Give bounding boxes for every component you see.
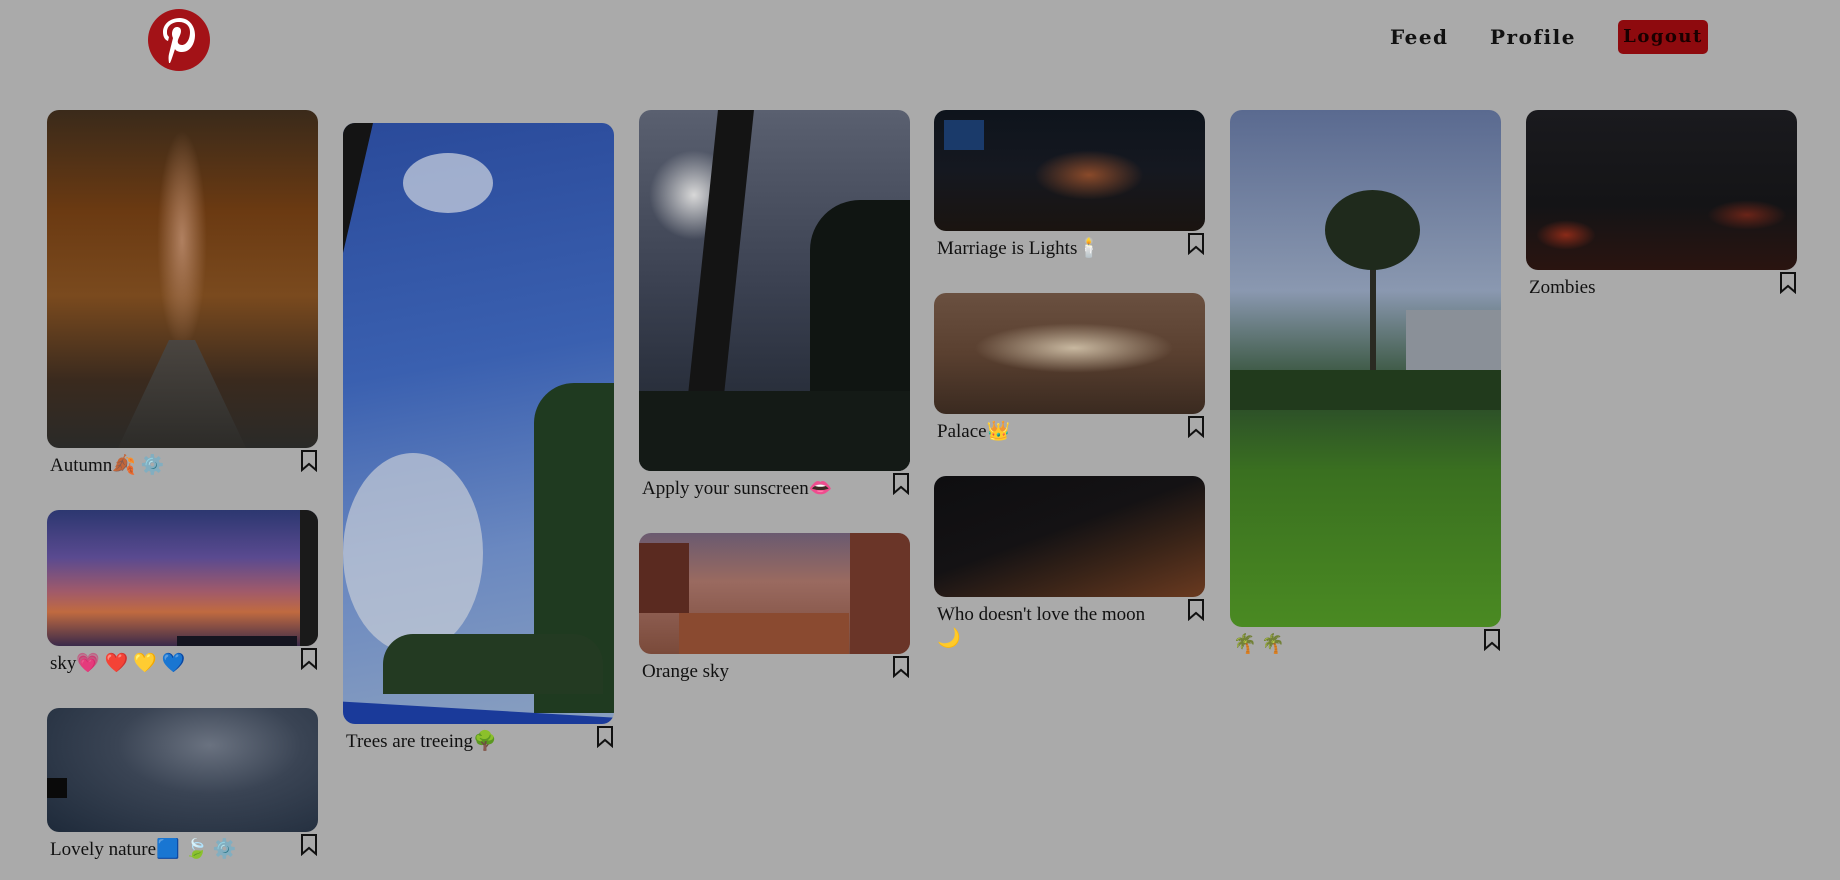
pin-title: sky💗 ❤️ 💛 💙 [50, 653, 186, 674]
pin-image-lovely-nature[interactable] [47, 708, 318, 832]
pin-column-2: Trees are treeing🌳 [343, 123, 614, 772]
pin-image-sky[interactable] [47, 510, 318, 646]
pin-image-palms[interactable] [1230, 110, 1501, 627]
pin-image-moon[interactable] [934, 476, 1205, 597]
pin-image-palace[interactable] [934, 293, 1205, 414]
nav-profile-link[interactable]: Profile [1490, 20, 1576, 54]
pin-card[interactable]: Trees are treeing🌳 [343, 123, 614, 772]
pin-title: Autumn🍂 ⚙️ [50, 455, 165, 476]
pin-title: Palace👑 [937, 421, 1011, 442]
bookmark-icon[interactable] [596, 726, 614, 748]
pin-image-marriage[interactable] [934, 110, 1205, 231]
nav-feed-link[interactable]: Feed [1390, 20, 1449, 54]
pin-title: Who doesn't love the moon 🌙 [937, 604, 1146, 649]
pin-card[interactable]: Lovely nature🟦 🍃 ⚙️ [47, 708, 318, 880]
bookmark-icon[interactable] [1779, 272, 1797, 294]
pin-title: Lovely nature🟦 🍃 ⚙️ [50, 839, 237, 860]
bookmark-icon[interactable] [1187, 233, 1205, 255]
pin-image-sunscreen[interactable] [639, 110, 910, 471]
pin-title: Marriage is Lights🕯️ [937, 238, 1102, 259]
pin-image-orange-sky[interactable] [639, 533, 910, 654]
pin-column-6: Zombies [1526, 110, 1797, 318]
pin-card[interactable]: Palace👑 [934, 293, 1205, 462]
bookmark-icon[interactable] [892, 656, 910, 678]
pin-card[interactable]: Orange sky [639, 533, 910, 702]
pin-column-3: Apply your sunscreen👄 Orange sky [639, 110, 910, 702]
logout-button[interactable]: Logout [1618, 20, 1708, 54]
pin-title: 🌴 🌴 [1233, 634, 1286, 655]
bookmark-icon[interactable] [300, 648, 318, 670]
pin-image-autumn[interactable] [47, 110, 318, 448]
bookmark-icon[interactable] [1483, 629, 1501, 651]
pin-card[interactable]: Apply your sunscreen👄 [639, 110, 910, 519]
top-nav: Feed Profile Logout [0, 20, 1840, 54]
pin-image-zombies[interactable] [1526, 110, 1797, 270]
pin-card[interactable]: Autumn🍂 ⚙️ [47, 110, 318, 496]
pin-card[interactable]: 🌴 🌴 [1230, 110, 1501, 675]
pin-title: Trees are treeing🌳 [346, 731, 497, 752]
bookmark-icon[interactable] [1187, 599, 1205, 621]
pin-image-trees[interactable] [343, 123, 614, 724]
pin-card[interactable]: Who doesn't love the moon 🌙 [934, 476, 1205, 651]
pin-column-4: Marriage is Lights🕯️ Palace👑 Who doesn't… [934, 110, 1205, 651]
pin-title: Zombies [1529, 277, 1596, 298]
pin-card[interactable]: sky💗 ❤️ 💛 💙 [47, 510, 318, 694]
pin-card[interactable]: Marriage is Lights🕯️ [934, 110, 1205, 279]
bookmark-icon[interactable] [892, 473, 910, 495]
pin-column-1: Autumn🍂 ⚙️ sky💗 ❤️ 💛 💙 Lovely nature🟦 🍃 … [47, 110, 318, 880]
bookmark-icon[interactable] [300, 834, 318, 856]
pin-column-5: 🌴 🌴 [1230, 110, 1501, 675]
pin-card[interactable]: Zombies [1526, 110, 1797, 318]
bookmark-icon[interactable] [1187, 416, 1205, 438]
pin-title: Orange sky [642, 661, 730, 682]
bookmark-icon[interactable] [300, 450, 318, 472]
pin-title: Apply your sunscreen👄 [642, 478, 833, 499]
